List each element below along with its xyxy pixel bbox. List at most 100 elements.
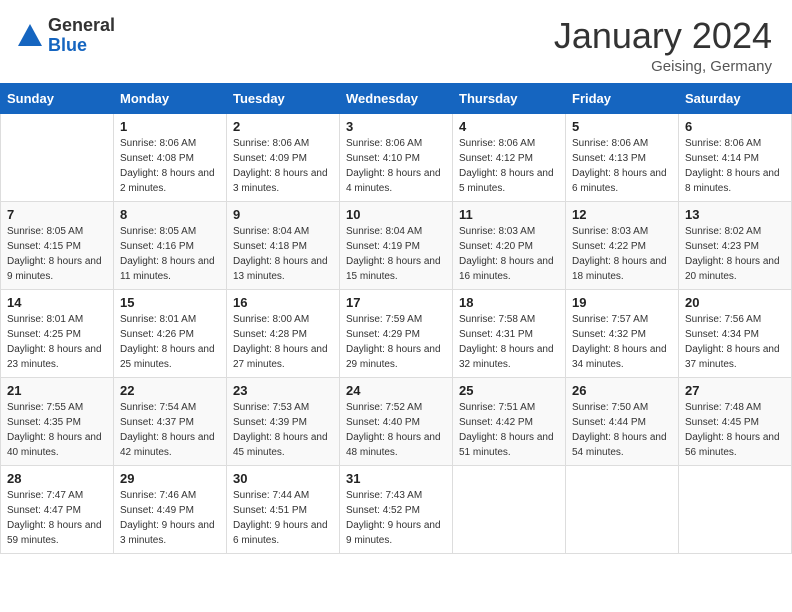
day-number: 18 bbox=[459, 295, 559, 310]
week-row-1: 1 Sunrise: 8:06 AMSunset: 4:08 PMDaylight… bbox=[1, 113, 792, 201]
day-number: 17 bbox=[346, 295, 446, 310]
calendar-cell: 27 Sunrise: 7:48 AMSunset: 4:45 PMDayligh… bbox=[679, 377, 792, 465]
day-number: 19 bbox=[572, 295, 672, 310]
week-row-4: 21 Sunrise: 7:55 AMSunset: 4:35 PMDayligh… bbox=[1, 377, 792, 465]
day-info: Sunrise: 7:53 AMSunset: 4:39 PMDaylight:… bbox=[233, 400, 333, 460]
day-info: Sunrise: 8:04 AMSunset: 4:18 PMDaylight:… bbox=[233, 224, 333, 284]
day-info: Sunrise: 8:00 AMSunset: 4:28 PMDaylight:… bbox=[233, 312, 333, 372]
calendar-cell: 23 Sunrise: 7:53 AMSunset: 4:39 PMDayligh… bbox=[227, 377, 340, 465]
logo-text: General Blue bbox=[48, 16, 115, 56]
logo-blue: Blue bbox=[48, 36, 115, 56]
day-info: Sunrise: 7:51 AMSunset: 4:42 PMDaylight:… bbox=[459, 400, 559, 460]
week-row-2: 7Sunrise: 8:05 AMSunset: 4:15 PMDaylight… bbox=[1, 201, 792, 289]
day-info: Sunrise: 7:56 AMSunset: 4:34 PMDaylight:… bbox=[685, 312, 785, 372]
day-number: 28 bbox=[7, 471, 107, 486]
day-info: Sunrise: 7:43 AMSunset: 4:52 PMDaylight:… bbox=[346, 488, 446, 548]
col-friday: Friday bbox=[566, 83, 679, 113]
day-number: 9 bbox=[233, 207, 333, 222]
calendar-cell: 1 Sunrise: 8:06 AMSunset: 4:08 PMDaylight… bbox=[114, 113, 227, 201]
calendar-cell: 6 Sunrise: 8:06 AMSunset: 4:14 PMDaylight… bbox=[679, 113, 792, 201]
day-number: 31 bbox=[346, 471, 446, 486]
calendar-cell: 28 Sunrise: 7:47 AMSunset: 4:47 PMDayligh… bbox=[1, 465, 114, 553]
day-number: 29 bbox=[120, 471, 220, 486]
day-number: 12 bbox=[572, 207, 672, 222]
week-row-3: 14 Sunrise: 8:01 AMSunset: 4:25 PMDayligh… bbox=[1, 289, 792, 377]
day-info: Sunrise: 7:48 AMSunset: 4:45 PMDaylight:… bbox=[685, 400, 785, 460]
day-number: 21 bbox=[7, 383, 107, 398]
day-info: Sunrise: 7:59 AMSunset: 4:29 PMDaylight:… bbox=[346, 312, 446, 372]
calendar-cell: 14 Sunrise: 8:01 AMSunset: 4:25 PMDayligh… bbox=[1, 289, 114, 377]
day-info: Sunrise: 8:05 AMSunset: 4:16 PMDaylight:… bbox=[120, 224, 220, 284]
col-tuesday: Tuesday bbox=[227, 83, 340, 113]
calendar-cell: 5Sunrise: 8:06 AMSunset: 4:13 PMDaylight… bbox=[566, 113, 679, 201]
day-number: 16 bbox=[233, 295, 333, 310]
col-saturday: Saturday bbox=[679, 83, 792, 113]
day-number: 11 bbox=[459, 207, 559, 222]
calendar-cell: 7Sunrise: 8:05 AMSunset: 4:15 PMDaylight… bbox=[1, 201, 114, 289]
day-number: 4 bbox=[459, 119, 559, 134]
col-sunday: Sunday bbox=[1, 83, 114, 113]
day-number: 23 bbox=[233, 383, 333, 398]
calendar-cell: 18 Sunrise: 7:58 AMSunset: 4:31 PMDayligh… bbox=[453, 289, 566, 377]
col-thursday: Thursday bbox=[453, 83, 566, 113]
day-number: 8 bbox=[120, 207, 220, 222]
calendar-cell: 29 Sunrise: 7:46 AMSunset: 4:49 PMDayligh… bbox=[114, 465, 227, 553]
calendar-cell bbox=[566, 465, 679, 553]
calendar-cell: 17 Sunrise: 7:59 AMSunset: 4:29 PMDayligh… bbox=[340, 289, 453, 377]
day-number: 24 bbox=[346, 383, 446, 398]
calendar-cell bbox=[453, 465, 566, 553]
day-info: Sunrise: 8:01 AMSunset: 4:25 PMDaylight:… bbox=[7, 312, 107, 372]
day-info: Sunrise: 8:06 AMSunset: 4:12 PMDaylight:… bbox=[459, 136, 559, 196]
header: General Blue January 2024 Geising, Germa… bbox=[0, 0, 792, 83]
day-info: Sunrise: 8:06 AMSunset: 4:13 PMDaylight:… bbox=[572, 136, 672, 196]
page: General Blue January 2024 Geising, Germa… bbox=[0, 0, 792, 612]
calendar-cell bbox=[679, 465, 792, 553]
day-number: 6 bbox=[685, 119, 785, 134]
col-wednesday: Wednesday bbox=[340, 83, 453, 113]
calendar-cell: 30Sunrise: 7:44 AMSunset: 4:51 PMDayligh… bbox=[227, 465, 340, 553]
day-number: 3 bbox=[346, 119, 446, 134]
day-number: 15 bbox=[120, 295, 220, 310]
day-info: Sunrise: 7:50 AMSunset: 4:44 PMDaylight:… bbox=[572, 400, 672, 460]
day-number: 1 bbox=[120, 119, 220, 134]
calendar-cell: 21 Sunrise: 7:55 AMSunset: 4:35 PMDayligh… bbox=[1, 377, 114, 465]
calendar-table: Sunday Monday Tuesday Wednesday Thursday… bbox=[0, 83, 792, 554]
day-info: Sunrise: 8:01 AMSunset: 4:26 PMDaylight:… bbox=[120, 312, 220, 372]
calendar-cell: 10Sunrise: 8:04 AMSunset: 4:19 PMDayligh… bbox=[340, 201, 453, 289]
calendar-cell: 16 Sunrise: 8:00 AMSunset: 4:28 PMDayligh… bbox=[227, 289, 340, 377]
day-info: Sunrise: 8:06 AMSunset: 4:14 PMDaylight:… bbox=[685, 136, 785, 196]
day-info: Sunrise: 7:57 AMSunset: 4:32 PMDaylight:… bbox=[572, 312, 672, 372]
calendar-cell: 22Sunrise: 7:54 AMSunset: 4:37 PMDayligh… bbox=[114, 377, 227, 465]
day-info: Sunrise: 8:02 AMSunset: 4:23 PMDaylight:… bbox=[685, 224, 785, 284]
day-info: Sunrise: 7:55 AMSunset: 4:35 PMDaylight:… bbox=[7, 400, 107, 460]
logo: General Blue bbox=[16, 16, 115, 56]
col-monday: Monday bbox=[114, 83, 227, 113]
logo-icon bbox=[16, 22, 44, 50]
day-info: Sunrise: 8:04 AMSunset: 4:19 PMDaylight:… bbox=[346, 224, 446, 284]
day-info: Sunrise: 8:06 AMSunset: 4:08 PMDaylight:… bbox=[120, 136, 220, 196]
calendar-cell: 13Sunrise: 8:02 AMSunset: 4:23 PMDayligh… bbox=[679, 201, 792, 289]
day-info: Sunrise: 7:46 AMSunset: 4:49 PMDaylight:… bbox=[120, 488, 220, 548]
day-number: 7 bbox=[7, 207, 107, 222]
day-info: Sunrise: 7:52 AMSunset: 4:40 PMDaylight:… bbox=[346, 400, 446, 460]
calendar-cell: 19 Sunrise: 7:57 AMSunset: 4:32 PMDayligh… bbox=[566, 289, 679, 377]
calendar-cell: 4 Sunrise: 8:06 AMSunset: 4:12 PMDaylight… bbox=[453, 113, 566, 201]
day-info: Sunrise: 7:58 AMSunset: 4:31 PMDaylight:… bbox=[459, 312, 559, 372]
day-number: 14 bbox=[7, 295, 107, 310]
day-number: 22 bbox=[120, 383, 220, 398]
day-number: 25 bbox=[459, 383, 559, 398]
calendar-cell: 25 Sunrise: 7:51 AMSunset: 4:42 PMDayligh… bbox=[453, 377, 566, 465]
location-subtitle: Geising, Germany bbox=[554, 58, 772, 75]
day-number: 27 bbox=[685, 383, 785, 398]
day-info: Sunrise: 8:06 AMSunset: 4:10 PMDaylight:… bbox=[346, 136, 446, 196]
calendar-cell: 2Sunrise: 8:06 AMSunset: 4:09 PMDaylight… bbox=[227, 113, 340, 201]
calendar-cell: 31 Sunrise: 7:43 AMSunset: 4:52 PMDayligh… bbox=[340, 465, 453, 553]
calendar-cell: 15 Sunrise: 8:01 AMSunset: 4:26 PMDayligh… bbox=[114, 289, 227, 377]
calendar-cell: 9 Sunrise: 8:04 AMSunset: 4:18 PMDaylight… bbox=[227, 201, 340, 289]
day-info: Sunrise: 7:47 AMSunset: 4:47 PMDaylight:… bbox=[7, 488, 107, 548]
day-info: Sunrise: 7:44 AMSunset: 4:51 PMDaylight:… bbox=[233, 488, 333, 548]
day-number: 2 bbox=[233, 119, 333, 134]
calendar-cell: 3 Sunrise: 8:06 AMSunset: 4:10 PMDaylight… bbox=[340, 113, 453, 201]
calendar-cell bbox=[1, 113, 114, 201]
logo-general: General bbox=[48, 16, 115, 36]
